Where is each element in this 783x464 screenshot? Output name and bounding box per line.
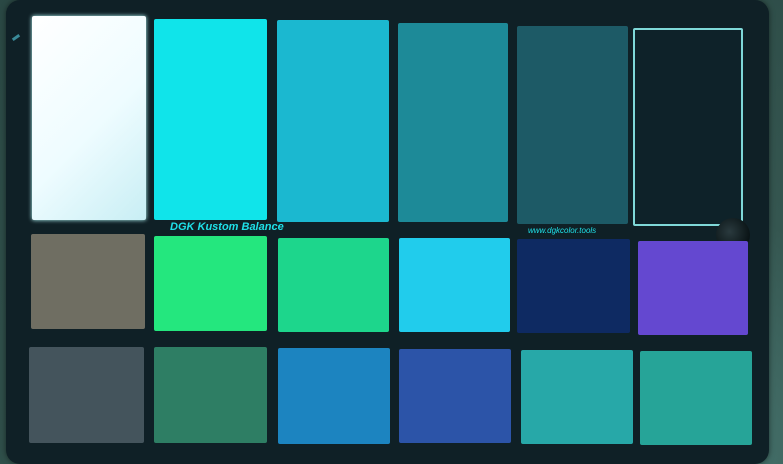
patch-black-outlined [633,28,743,226]
patch-slate [29,347,144,443]
brand-label: DGK Kustom Balance [170,221,284,233]
photo-scene: DGK Kustom Balance www.dgkcolor.tools [0,0,783,464]
patch-white [32,16,146,220]
patch-sea-green [640,351,752,445]
patch-navy [517,239,630,333]
patch-gray-2 [277,20,389,222]
patch-gray-1 [154,19,267,220]
patch-green [154,236,267,331]
patch-gray-4 [517,26,628,224]
patch-mint [278,238,389,332]
url-label: www.dgkcolor.tools [528,226,597,235]
patch-violet [638,241,748,335]
patch-blue [278,348,390,444]
patch-indigo [399,349,511,443]
patch-cyan [399,238,510,332]
patch-forest [154,347,267,443]
patch-skin-tone [31,234,145,329]
patch-gray-3 [398,23,508,222]
patch-teal [521,350,633,444]
